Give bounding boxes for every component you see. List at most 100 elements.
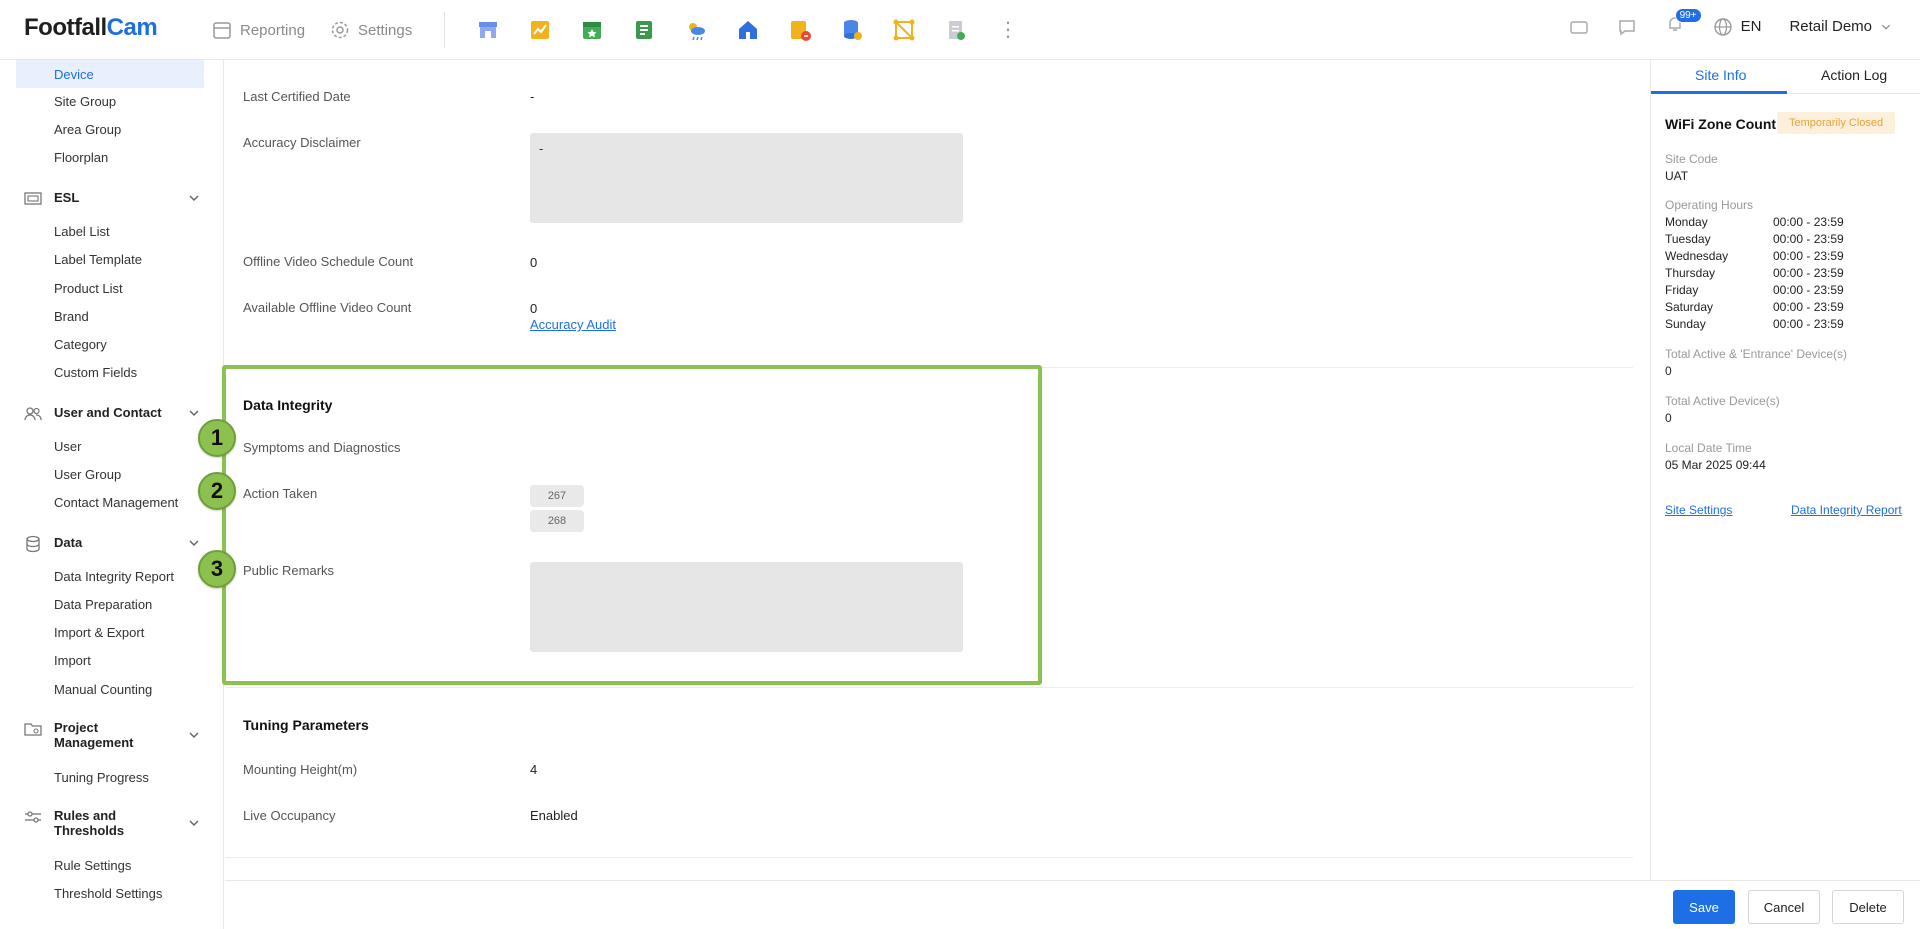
chevron-down-icon	[1881, 24, 1891, 30]
chevron-down-icon	[189, 540, 199, 547]
ticket-icon[interactable]	[1569, 17, 1589, 37]
sidebar-item-import[interactable]: Import	[54, 653, 91, 668]
chat-icon[interactable]	[1617, 17, 1637, 37]
chevron-down-icon	[189, 410, 199, 417]
sidebar-item-user-group[interactable]: User Group	[54, 467, 121, 482]
sidebar-item-tuning-progress[interactable]: Tuning Progress	[54, 770, 149, 785]
sidebar-group-project-management[interactable]: Project Management	[24, 720, 200, 750]
sidebar-item-device[interactable]: Device	[16, 60, 204, 88]
delete-button[interactable]: Delete	[1832, 890, 1904, 924]
store-app-icon[interactable]	[474, 16, 502, 44]
hours-day: Sunday	[1665, 317, 1706, 331]
accuracy-audit-link[interactable]: Accuracy Audit	[530, 317, 616, 332]
calendar-app-icon[interactable]	[578, 16, 606, 44]
available-offline-value: 0	[530, 301, 538, 316]
tab-action-log[interactable]: Action Log	[1821, 67, 1887, 83]
footfallcam-logo[interactable]: FootfallCam	[24, 14, 158, 42]
total-active-entrance-value: 0	[1665, 364, 1672, 378]
operating-hours-label: Operating Hours	[1665, 198, 1754, 212]
sidebar-item-site-group[interactable]: Site Group	[54, 94, 116, 109]
top-bar: FootfallCam Reporting Settings ⋮ 99+ EN …	[0, 0, 1920, 60]
mounting-height-value: 4	[530, 762, 538, 777]
nav-reporting[interactable]: Reporting	[212, 20, 305, 40]
document-app-icon[interactable]	[942, 16, 970, 44]
sidebar-group-data[interactable]: Data	[24, 535, 200, 553]
panel-tabs: Site Info Action Log	[1651, 60, 1920, 94]
sidebar-item-custom-fields[interactable]: Custom Fields	[54, 365, 137, 380]
site-name: WiFi Zone Count	[1665, 116, 1777, 132]
sidebar-item-manual-counting[interactable]: Manual Counting	[54, 682, 152, 697]
symptoms-label: Symptoms and Diagnostics	[243, 440, 401, 455]
step-marker-3: 3	[198, 550, 236, 588]
zone-app-icon[interactable]	[890, 16, 918, 44]
action-taken-chip[interactable]: 267	[530, 485, 584, 507]
action-taken-chip[interactable]: 268	[530, 510, 584, 532]
sidebar-item-area-group[interactable]: Area Group	[54, 122, 121, 137]
site-info-panel: Site Info Action Log WiFi Zone Count Tem…	[1650, 60, 1920, 880]
users-icon	[24, 407, 42, 421]
analytics-app-icon[interactable]	[526, 16, 554, 44]
report-app-icon[interactable]	[630, 16, 658, 44]
data-integrity-title: Data Integrity	[243, 397, 333, 413]
sidebar-item-contact-management[interactable]: Contact Management	[54, 495, 178, 510]
sidebar-item-brand[interactable]: Brand	[54, 309, 89, 324]
sidebar-item-threshold-settings[interactable]: Threshold Settings	[54, 886, 162, 901]
app-shortcuts: ⋮	[474, 16, 1022, 44]
site-code-label: Site Code	[1665, 152, 1718, 166]
hours-day: Tuesday	[1665, 232, 1711, 246]
step-marker-2: 2	[198, 472, 236, 510]
last-certified-label: Last Certified Date	[243, 89, 351, 104]
site-settings-link[interactable]: Site Settings	[1665, 503, 1732, 517]
save-button[interactable]: Save	[1673, 890, 1735, 924]
weather-app-icon[interactable]	[682, 16, 710, 44]
sidebar-item-import-export[interactable]: Import & Export	[54, 625, 144, 640]
total-active-label: Total Active Device(s)	[1665, 394, 1780, 408]
action-footer: Save Cancel Delete	[225, 880, 1920, 929]
database-app-icon[interactable]	[838, 16, 866, 44]
status-badge: Temporarily Closed	[1777, 112, 1896, 134]
sidebar-group-user-contact[interactable]: User and Contact	[24, 405, 200, 423]
sidebar-item-label-list[interactable]: Label List	[54, 224, 110, 239]
sidebar-group-esl[interactable]: ESL	[24, 190, 200, 208]
chevron-down-icon	[189, 820, 199, 827]
offline-schedule-value: 0	[530, 255, 538, 270]
sliders-icon	[25, 811, 41, 823]
sidebar-item-label-template[interactable]: Label Template	[54, 252, 142, 267]
sidebar-item-rule-settings[interactable]: Rule Settings	[54, 858, 131, 873]
home-app-icon[interactable]	[734, 16, 762, 44]
available-offline-label: Available Offline Video Count	[243, 300, 412, 315]
sidebar-item-user[interactable]: User	[54, 439, 81, 454]
sidebar: Device Site Group Area Group Floorplan E…	[0, 60, 224, 929]
sidebar-item-data-preparation[interactable]: Data Preparation	[54, 597, 152, 612]
hours-range: 00:00 - 23:59	[1773, 266, 1844, 280]
notifications-button[interactable]: 99+	[1665, 8, 1702, 39]
sidebar-group-rules-thresholds[interactable]: Rules and Thresholds	[24, 808, 200, 838]
data-integrity-report-link[interactable]: Data Integrity Report	[1791, 503, 1902, 517]
sidebar-item-product-list[interactable]: Product List	[54, 281, 123, 296]
hours-day: Thursday	[1665, 266, 1716, 280]
cancel-button[interactable]: Cancel	[1748, 890, 1820, 924]
live-occupancy-value: Enabled	[530, 808, 578, 823]
sidebar-item-data-integrity-report[interactable]: Data Integrity Report	[54, 569, 174, 584]
accuracy-disclaimer-field[interactable]: -	[530, 133, 963, 223]
sidebar-item-category[interactable]: Category	[54, 337, 107, 352]
accuracy-disclaimer-label: Accuracy Disclaimer	[243, 135, 361, 150]
local-datetime-label: Local Date Time	[1665, 441, 1752, 455]
database-icon	[26, 535, 40, 553]
hours-day: Friday	[1665, 283, 1699, 297]
total-active-value: 0	[1665, 411, 1672, 425]
tab-site-info[interactable]: Site Info	[1695, 67, 1746, 83]
more-options-icon[interactable]: ⋮	[994, 16, 1022, 44]
hours-range: 00:00 - 23:59	[1773, 300, 1844, 314]
sidebar-item-floorplan[interactable]: Floorplan	[54, 150, 108, 165]
hours-day: Monday	[1665, 215, 1708, 229]
offline-schedule-label: Offline Video Schedule Count	[243, 254, 414, 269]
account-menu[interactable]: Retail Demo	[1789, 18, 1892, 35]
language-selector[interactable]: EN	[1713, 17, 1761, 37]
live-occupancy-label: Live Occupancy	[243, 808, 336, 823]
public-remarks-field[interactable]	[530, 562, 963, 652]
alert-app-icon[interactable]	[786, 16, 814, 44]
gear-icon	[331, 21, 349, 39]
nav-settings[interactable]: Settings	[330, 20, 412, 40]
site-code-value: UAT	[1665, 169, 1689, 183]
